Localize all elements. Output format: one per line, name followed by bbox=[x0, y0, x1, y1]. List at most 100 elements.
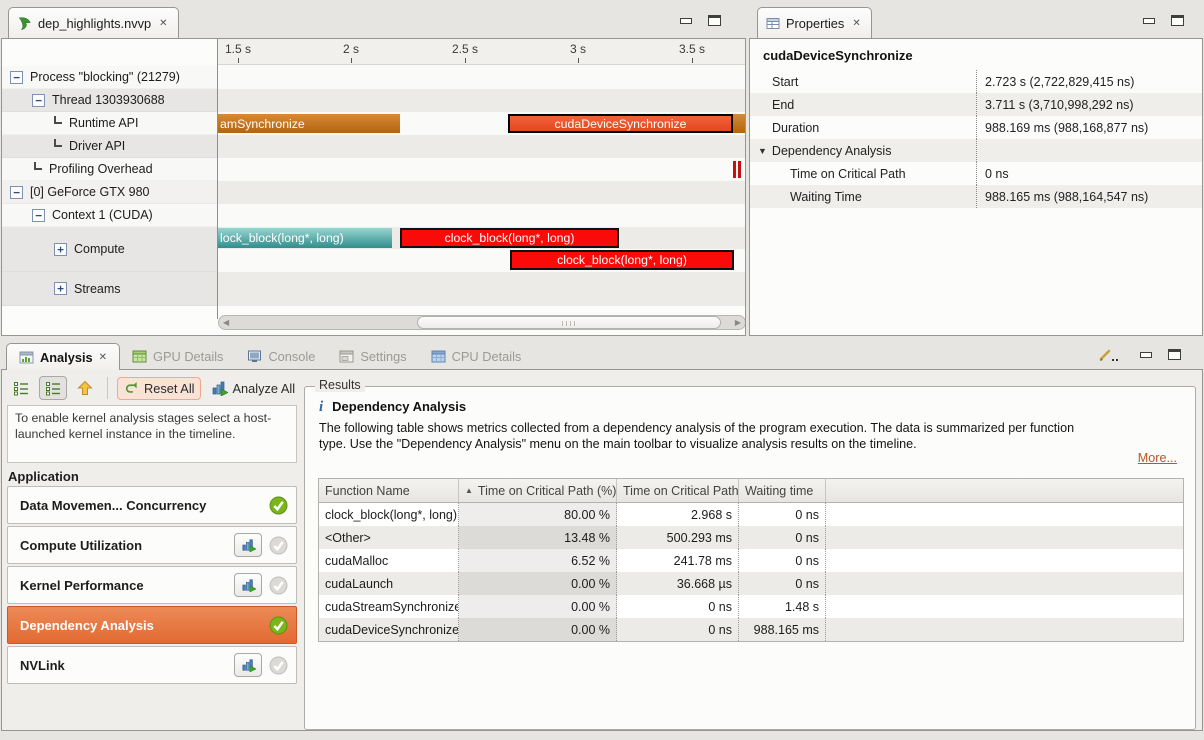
property-row[interactable]: Start2.723 s (2,722,829,415 ns) bbox=[750, 70, 1202, 93]
table-row[interactable]: cudaStreamSynchronize0.00 %0 ns1.48 s bbox=[319, 595, 1183, 618]
table-row[interactable]: cudaDeviceSynchronize0.00 %0 ns988.165 m… bbox=[319, 618, 1183, 641]
timeline-tree-row[interactable]: −Context 1 (CUDA) bbox=[2, 204, 217, 227]
table-cell: 0.00 % bbox=[459, 618, 617, 641]
expand-icon[interactable]: + bbox=[54, 243, 67, 256]
bottom-tab-bar: Analysis✕GPU DetailsConsoleSettingsCPU D… bbox=[6, 343, 533, 370]
stage-label: Data Movemen... Concurrency bbox=[20, 498, 206, 513]
maximize-button[interactable] bbox=[1168, 349, 1181, 360]
scroll-right-icon[interactable]: ▶ bbox=[735, 317, 741, 329]
tab-gpu-details[interactable]: GPU Details bbox=[120, 343, 235, 370]
tab-analysis[interactable]: Analysis✕ bbox=[6, 343, 120, 370]
analysis-stage-compute-utilization[interactable]: Compute Utilization bbox=[7, 526, 297, 564]
minimize-button[interactable] bbox=[1143, 18, 1155, 24]
analyze-stage-button[interactable] bbox=[234, 573, 262, 597]
analyze-stage-button[interactable] bbox=[234, 533, 262, 557]
collapse-list-icon[interactable] bbox=[39, 376, 67, 400]
property-row[interactable]: End3.711 s (3,710,998,292 ns) bbox=[750, 93, 1202, 116]
analyze-all-button[interactable]: Analyze All bbox=[206, 377, 301, 399]
timeline-tree-row[interactable]: Driver API bbox=[2, 135, 217, 158]
close-icon[interactable]: ✕ bbox=[99, 352, 107, 363]
timeline-bar-fragment[interactable] bbox=[738, 161, 741, 178]
check-done-icon bbox=[269, 616, 288, 635]
timeline-tree-row[interactable]: +Streams bbox=[2, 272, 217, 306]
timeline-tree-row[interactable]: −Thread 1303930688 bbox=[2, 89, 217, 112]
property-value: 988.165 ms (988,164,547 ns) bbox=[976, 185, 1202, 208]
column-header-filler bbox=[826, 479, 1183, 502]
tab-label: dep_highlights.nvvp bbox=[38, 16, 151, 31]
analysis-stage-data-movemen-concurrency[interactable]: Data Movemen... Concurrency bbox=[7, 486, 297, 524]
timeline-bar-fragment[interactable] bbox=[733, 114, 746, 133]
maximize-button[interactable] bbox=[1171, 15, 1184, 26]
property-row[interactable]: Time on Critical Path0 ns bbox=[750, 162, 1202, 185]
timeline-bar[interactable]: clock_block(long*, long) bbox=[510, 250, 734, 270]
table-cell-filler bbox=[826, 618, 1183, 641]
timeline-bar[interactable]: amSynchronize bbox=[218, 114, 400, 133]
table-row[interactable]: cudaLaunch0.00 %36.668 µs0 ns bbox=[319, 572, 1183, 595]
timeline-bar[interactable]: clock_block(long*, long) bbox=[400, 228, 619, 248]
tab-cpu-details[interactable]: CPU Details bbox=[419, 343, 534, 370]
property-label: Start bbox=[750, 75, 976, 89]
timeline-tree-row[interactable]: −Process "blocking" (21279) bbox=[2, 66, 217, 89]
collapse-icon[interactable]: − bbox=[32, 209, 45, 222]
table-cell: 0 ns bbox=[739, 549, 826, 572]
property-label: ▼Dependency Analysis bbox=[750, 144, 976, 158]
tab-console[interactable]: Console bbox=[235, 343, 327, 370]
maximize-button[interactable] bbox=[708, 15, 721, 26]
column-header[interactable]: Waiting time bbox=[739, 479, 826, 502]
column-header[interactable]: Time on Critical Path bbox=[617, 479, 739, 502]
table-row[interactable]: cudaMalloc6.52 %241.78 ms0 ns bbox=[319, 549, 1183, 572]
stage-label: Kernel Performance bbox=[20, 578, 144, 593]
collapse-icon[interactable]: − bbox=[10, 71, 23, 84]
expand-list-icon[interactable] bbox=[8, 377, 34, 399]
tab-dep-highlights[interactable]: dep_highlights.nvvp ✕ bbox=[8, 7, 179, 38]
scroll-left-icon[interactable]: ◀ bbox=[223, 317, 229, 329]
results-table[interactable]: Function Name ▲Time on Critical Path (%)T… bbox=[318, 478, 1184, 642]
more-link[interactable]: More... bbox=[1138, 451, 1177, 465]
tree-timeline-divider[interactable] bbox=[217, 39, 218, 319]
table-cell: 0 ns bbox=[739, 526, 826, 549]
tab-properties[interactable]: Properties ✕ bbox=[757, 7, 872, 38]
timeline-tree-row[interactable]: Runtime API bbox=[2, 112, 217, 135]
column-header[interactable]: Function Name bbox=[319, 479, 459, 502]
collapse-icon[interactable]: − bbox=[10, 186, 23, 199]
timeline-rows[interactable]: amSynchronize cudaDeviceSynchronize lock_b… bbox=[218, 66, 746, 306]
info-icon: i bbox=[319, 399, 323, 416]
timeline-ruler[interactable]: 1.5 s2 s2.5 s3 s3.5 s bbox=[217, 39, 746, 65]
view-menu-icon[interactable] bbox=[1098, 347, 1120, 363]
analysis-stage-kernel-performance[interactable]: Kernel Performance bbox=[7, 566, 297, 604]
close-icon[interactable]: ✕ bbox=[159, 18, 167, 29]
property-row[interactable]: Duration988.169 ms (988,168,877 ns) bbox=[750, 116, 1202, 139]
property-row[interactable]: ▼Dependency Analysis bbox=[750, 139, 1202, 162]
timeline-tree-row[interactable]: Profiling Overhead bbox=[2, 158, 217, 181]
column-header-label: Function Name bbox=[325, 484, 410, 498]
timeline-tree-row[interactable]: +Compute bbox=[2, 227, 217, 272]
stage-label: NVLink bbox=[20, 658, 65, 673]
analysis-stage-dependency-analysis[interactable]: Dependency Analysis bbox=[7, 606, 297, 644]
close-icon[interactable]: ✕ bbox=[852, 18, 860, 29]
table-cell: <Other> bbox=[319, 526, 459, 549]
collapse-icon[interactable]: − bbox=[32, 94, 45, 107]
reset-all-button[interactable]: Reset All bbox=[117, 377, 201, 400]
timeline-bar-fragment[interactable] bbox=[733, 161, 736, 178]
property-label: End bbox=[750, 98, 976, 112]
column-header-label: Waiting time bbox=[745, 484, 813, 498]
timeline-bar[interactable]: cudaDeviceSynchronize bbox=[508, 114, 733, 133]
column-header[interactable]: ▲Time on Critical Path (%) bbox=[459, 479, 617, 502]
timeline-tree-row[interactable]: −[0] GeForce GTX 980 bbox=[2, 181, 217, 204]
tab-settings[interactable]: Settings bbox=[327, 343, 418, 370]
analyze-stage-button[interactable] bbox=[234, 653, 262, 677]
expand-arrow-icon[interactable]: ▼ bbox=[758, 146, 767, 156]
minimize-button[interactable] bbox=[1140, 352, 1152, 358]
table-row[interactable]: clock_block(long*, long)80.00 %2.968 s0 … bbox=[319, 503, 1183, 526]
analysis-stage-nvlink[interactable]: NVLink bbox=[7, 646, 297, 684]
timeline-bar[interactable]: lock_block(long*, long) bbox=[218, 228, 392, 248]
property-value bbox=[976, 139, 1202, 162]
minimize-button[interactable] bbox=[680, 18, 692, 24]
expand-icon[interactable]: + bbox=[54, 282, 67, 295]
timeline-horizontal-scrollbar[interactable]: ◀ ▶ bbox=[218, 315, 746, 330]
scrollbar-thumb[interactable] bbox=[417, 316, 721, 329]
property-row[interactable]: Waiting Time988.165 ms (988,164,547 ns) bbox=[750, 185, 1202, 208]
ruler-tick-label: 3.5 s bbox=[679, 42, 705, 56]
table-row[interactable]: <Other>13.48 %500.293 ms0 ns bbox=[319, 526, 1183, 549]
up-arrow-icon[interactable] bbox=[72, 377, 98, 399]
